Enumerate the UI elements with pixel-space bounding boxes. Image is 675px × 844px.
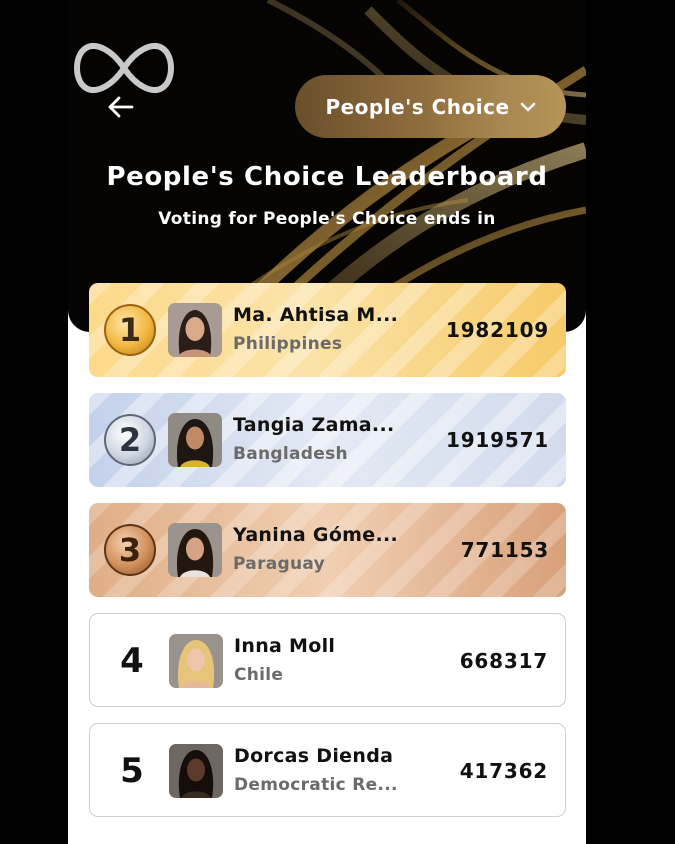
vote-count: 417362 [459,759,548,783]
leaderboard-entry[interactable]: 3 Yanina Góme... Paraguay 771153 [89,503,566,597]
contestant-name: Inna Moll [234,635,336,657]
vote-count: 771153 [460,538,549,562]
chevron-down-icon [520,101,536,113]
rank-number: 4 [120,641,144,681]
vote-count: 1919571 [445,428,549,452]
gold-medal-badge: 1 [104,304,156,356]
contestant-name: Ma. Ahtisa M... [233,304,399,326]
back-arrow-icon [108,96,134,118]
leaderboard-entry[interactable]: 1 Ma. Ahtisa M... Philippines 1982109 [89,283,566,377]
contestant-name: Yanina Góme... [233,524,399,546]
contestant-country: Paraguay [233,554,326,574]
category-dropdown-label: People's Choice [325,94,510,119]
rank-number: 5 [120,751,144,791]
back-button[interactable] [104,90,138,124]
bronze-medal-badge: 3 [104,524,156,576]
contestant-name: Tangia Zama... [233,414,395,436]
avatar [168,523,222,577]
avatar [169,744,223,798]
leaderboard-entry[interactable]: 2 Tangia Zama... Bangladesh 1919571 [89,393,566,487]
contestant-country: Philippines [233,334,343,354]
leaderboard-entry[interactable]: 5 Dorcas Dienda Democratic Re... 417362 [89,723,566,817]
app-screen: People's Choice People's Choice Leaderbo… [68,0,586,844]
avatar [168,303,222,357]
contestant-name: Dorcas Dienda [234,745,394,767]
contestant-country: Bangladesh [233,444,348,464]
vote-count: 1982109 [445,318,549,342]
voting-deadline-text: Voting for People's Choice ends in [158,209,496,229]
category-dropdown-button[interactable]: People's Choice [295,75,566,138]
vote-count: 668317 [459,649,548,673]
page-title: People's Choice Leaderboard [106,162,548,192]
silver-medal-badge: 2 [104,414,156,466]
leaderboard-list: 1 Ma. Ahtisa M... Philippines 1982109 2 [89,283,566,833]
leaderboard-entry[interactable]: 4 Inna Moll Chile 668317 [89,613,566,707]
contestant-country: Chile [234,665,284,685]
contestant-country: Democratic Re... [234,775,398,795]
avatar [168,413,222,467]
avatar [169,634,223,688]
